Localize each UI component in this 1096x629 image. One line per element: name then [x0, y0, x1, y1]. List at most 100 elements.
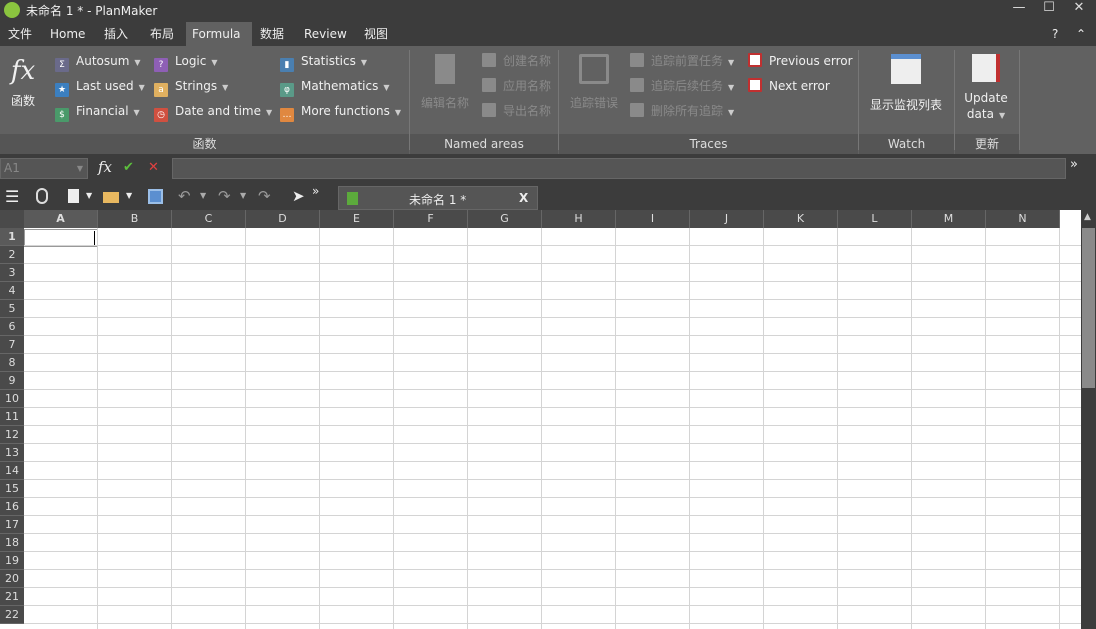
- insert-function-button[interactable]: fx 函数: [4, 56, 42, 109]
- column-header[interactable]: K: [764, 210, 838, 228]
- row-header[interactable]: 12: [0, 426, 24, 444]
- logic-button[interactable]: ? Logic ▼: [154, 51, 218, 72]
- financial-button[interactable]: $ Financial ▼: [55, 101, 140, 122]
- cancel-icon[interactable]: ✕: [148, 160, 159, 175]
- close-tab-button[interactable]: X: [519, 191, 528, 205]
- update-data-button[interactable]: Update data ▼: [958, 54, 1014, 124]
- tab-data[interactable]: 数据: [254, 22, 290, 46]
- scroll-up-icon[interactable]: ▲: [1084, 212, 1091, 222]
- row-header[interactable]: 18: [0, 534, 24, 552]
- trace-precedents-button[interactable]: 追踪前置任务 ▼: [630, 51, 734, 71]
- more-chevron-icon[interactable]: »: [312, 184, 319, 198]
- minimize-button[interactable]: —: [1004, 0, 1034, 20]
- row-header[interactable]: 6: [0, 318, 24, 336]
- trace-dependents-button[interactable]: 追踪后续任务 ▼: [630, 76, 734, 96]
- row-header[interactable]: 8: [0, 354, 24, 372]
- more-chevron-icon[interactable]: »: [1070, 157, 1078, 172]
- gridline: [24, 425, 1081, 426]
- more-functions-button[interactable]: … More functions ▼: [280, 101, 401, 122]
- edit-names-button[interactable]: 编辑名称: [416, 54, 474, 111]
- row-header[interactable]: 19: [0, 552, 24, 570]
- apply-name-button[interactable]: 应用名称: [482, 76, 551, 96]
- tab-formula[interactable]: Formula: [186, 22, 252, 46]
- row-header[interactable]: 10: [0, 390, 24, 408]
- touch-mode-icon[interactable]: [36, 188, 48, 204]
- label: 应用名称: [503, 79, 552, 93]
- column-header[interactable]: E: [320, 210, 394, 228]
- confirm-icon[interactable]: ✔: [123, 160, 134, 175]
- column-header[interactable]: M: [912, 210, 986, 228]
- undo-icon[interactable]: ↶: [178, 187, 191, 205]
- last-used-button[interactable]: ★ Last used ▼: [55, 76, 145, 97]
- export-name-button[interactable]: 导出名称: [482, 101, 551, 121]
- date-time-button[interactable]: ◷ Date and time ▼: [154, 101, 272, 122]
- column-header[interactable]: A: [24, 210, 98, 228]
- column-header[interactable]: L: [838, 210, 912, 228]
- row-header[interactable]: 16: [0, 498, 24, 516]
- fx-button[interactable]: fx: [98, 158, 112, 176]
- open-folder-icon[interactable]: [103, 192, 119, 203]
- next-error-button[interactable]: Next error: [748, 76, 830, 96]
- column-header[interactable]: C: [172, 210, 246, 228]
- help-button[interactable]: ?: [1046, 22, 1064, 46]
- close-button[interactable]: ✕: [1064, 0, 1094, 20]
- spreadsheet-grid[interactable]: A B C D E F G H I J K L M N 1 2 3 4 5 6 7 8 9 10 11 12 13 14 15 16 17 1…: [0, 210, 1081, 629]
- new-document-icon[interactable]: [68, 189, 79, 203]
- tab-home[interactable]: Home: [44, 22, 91, 46]
- cell-reference-box[interactable]: A1 ▼: [0, 158, 88, 179]
- row-header[interactable]: 14: [0, 462, 24, 480]
- pointer-icon[interactable]: ➤: [292, 187, 305, 205]
- tab-review[interactable]: Review: [298, 22, 353, 46]
- row-header[interactable]: 20: [0, 570, 24, 588]
- menu-icon[interactable]: ☰: [5, 187, 19, 206]
- row-header[interactable]: 3: [0, 264, 24, 282]
- row-header[interactable]: 22: [0, 606, 24, 624]
- row-header[interactable]: 15: [0, 480, 24, 498]
- column-header[interactable]: B: [98, 210, 172, 228]
- column-header[interactable]: F: [394, 210, 468, 228]
- previous-error-button[interactable]: Previous error: [748, 51, 853, 71]
- remove-traces-button[interactable]: 删除所有追踪 ▼: [630, 101, 734, 121]
- scrollbar-thumb[interactable]: [1082, 228, 1095, 388]
- redo-icon[interactable]: ↷: [218, 187, 231, 205]
- row-header[interactable]: 13: [0, 444, 24, 462]
- row-header[interactable]: 17: [0, 516, 24, 534]
- formula-bar: A1 ▼ fx ✔ ✕ »: [0, 156, 1096, 182]
- document-tab[interactable]: 未命名 1 * X: [338, 186, 538, 210]
- vertical-scrollbar[interactable]: ▲: [1081, 210, 1096, 629]
- group-functions-label: 函数: [0, 134, 409, 154]
- show-watch-list-button[interactable]: 显示监视列表: [864, 54, 948, 113]
- repeat-icon[interactable]: ↷: [258, 187, 271, 205]
- save-icon[interactable]: [148, 189, 163, 204]
- row-header[interactable]: 5: [0, 300, 24, 318]
- row-header[interactable]: 2: [0, 246, 24, 264]
- column-header[interactable]: G: [468, 210, 542, 228]
- select-all-corner[interactable]: [0, 210, 24, 228]
- strings-button[interactable]: a Strings ▼: [154, 76, 228, 97]
- row-header[interactable]: 11: [0, 408, 24, 426]
- mathematics-button[interactable]: φ Mathematics ▼: [280, 76, 390, 97]
- tab-file[interactable]: 文件: [2, 22, 38, 46]
- create-name-button[interactable]: 创建名称: [482, 51, 551, 71]
- collapse-ribbon-button[interactable]: ⌃: [1070, 22, 1092, 46]
- row-header[interactable]: 21: [0, 588, 24, 606]
- row-header[interactable]: 9: [0, 372, 24, 390]
- row-header[interactable]: 7: [0, 336, 24, 354]
- statistics-button[interactable]: ▮ Statistics ▼: [280, 51, 367, 72]
- maximize-button[interactable]: ☐: [1034, 0, 1064, 20]
- column-header[interactable]: N: [986, 210, 1060, 228]
- autosum-button[interactable]: Σ Autosum ▼: [55, 51, 141, 72]
- trace-icon: [630, 78, 644, 92]
- row-header[interactable]: 4: [0, 282, 24, 300]
- tab-layout[interactable]: 布局: [144, 22, 180, 46]
- column-header[interactable]: I: [616, 210, 690, 228]
- trace-error-button[interactable]: 追踪错误: [564, 54, 624, 111]
- column-header[interactable]: D: [246, 210, 320, 228]
- gridline: [24, 497, 1081, 498]
- formula-input[interactable]: [172, 158, 1066, 179]
- tab-view[interactable]: 视图: [358, 22, 394, 46]
- row-header[interactable]: 1: [0, 228, 24, 246]
- tab-insert[interactable]: 插入: [98, 22, 134, 46]
- column-header[interactable]: J: [690, 210, 764, 228]
- column-header[interactable]: H: [542, 210, 616, 228]
